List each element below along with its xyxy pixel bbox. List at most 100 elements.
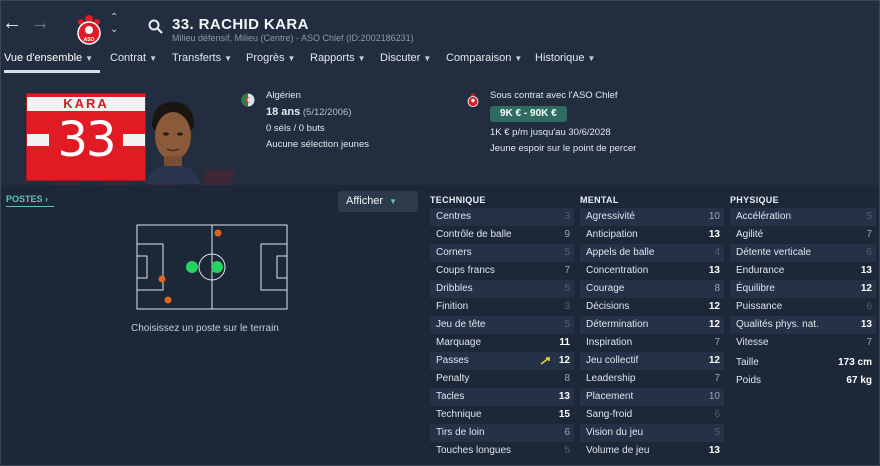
height-row: Taille 173 cm: [730, 357, 876, 368]
pitch-caption: Choisissez un poste sur le terrain: [131, 323, 279, 334]
kit-name: KARA: [27, 97, 145, 111]
attr-row[interactable]: Accélération 5: [730, 208, 876, 226]
chevron-down-icon: ▼: [149, 54, 157, 63]
positions-pitch[interactable]: [136, 224, 288, 310]
tab-progress[interactable]: Progrès ▼: [246, 52, 295, 64]
back-arrow-icon[interactable]: ←: [2, 12, 22, 35]
tab-comparison[interactable]: Comparaison ▼: [446, 52, 522, 64]
physique-attributes: Accélération 5 Agilité 7 Détente verticale…: [730, 208, 876, 352]
tab-label: Transferts: [172, 52, 222, 64]
attr-row[interactable]: Décisions 12: [580, 298, 724, 316]
attr-row[interactable]: Puissance 6: [730, 298, 876, 316]
positions-underline: [6, 206, 54, 207]
international-caps: 0 séls / 0 buts: [266, 123, 325, 134]
technique-title: TECHNIQUE: [430, 195, 486, 205]
attr-row[interactable]: Placement 10: [580, 388, 724, 406]
tab-label: Historique: [535, 52, 585, 64]
chevron-down-icon: ▼: [423, 54, 432, 63]
attr-row[interactable]: Anticipation 13: [580, 226, 724, 244]
position-dot-dm[interactable]: [186, 261, 198, 273]
youth-caps: Aucune sélection jeunes: [266, 139, 369, 150]
position-dot-dcl[interactable]: [158, 275, 166, 283]
attr-row[interactable]: Jeu de tête 5: [430, 316, 574, 334]
attr-row[interactable]: Appels de balle 4: [580, 244, 724, 262]
nationality-flag-icon: [241, 93, 255, 107]
attr-row[interactable]: Sang-froid 6: [580, 406, 724, 424]
attr-row[interactable]: Finition 3: [430, 298, 574, 316]
top-nav: ← → ASO ⌃ ⌄ 33. RACHID KARA Milieu défens…: [0, 8, 880, 45]
attr-row[interactable]: Coups francs 7: [430, 262, 574, 280]
contract-club: Sous contrat avec l'ASO Chlef: [490, 90, 618, 101]
club-badge-text: ASO: [84, 37, 95, 43]
attr-row[interactable]: Marquage 11: [430, 334, 574, 352]
tab-overview[interactable]: Vue d'ensemble ▼: [4, 52, 93, 64]
attr-row[interactable]: Corners 5: [430, 244, 574, 262]
chevron-down-icon: ▼: [357, 54, 366, 63]
club-badge-icon[interactable]: ASO: [74, 14, 104, 46]
player-kit: KARA 33: [26, 93, 146, 181]
attr-row[interactable]: Penalty 8: [430, 370, 574, 388]
attr-row[interactable]: Détente verticale 6: [730, 244, 876, 262]
attr-row[interactable]: Vitesse 7: [730, 334, 876, 352]
attr-row[interactable]: Centres 3: [430, 208, 574, 226]
position-dot-am[interactable]: [214, 229, 222, 237]
position-dot-mc[interactable]: [211, 261, 223, 273]
attr-row[interactable]: Dribbles 5: [430, 280, 574, 298]
attr-row[interactable]: Concentration 13: [580, 262, 724, 280]
tab-contract[interactable]: Contrat ▼: [110, 52, 157, 64]
improvement-arrow-icon: [540, 357, 550, 365]
attr-row[interactable]: Courage 8: [580, 280, 724, 298]
player-face: [146, 102, 200, 184]
tab-transfers[interactable]: Transferts ▼: [172, 52, 232, 64]
chevron-down-icon: ▼: [389, 197, 398, 206]
chevron-down-icon: ▼: [587, 54, 596, 63]
chevron-down-icon: ▼: [287, 54, 296, 63]
forward-arrow-icon[interactable]: →: [30, 12, 50, 35]
player-status: Jeune espoir sur le point de percer: [490, 143, 637, 154]
attr-row[interactable]: Détermination 12: [580, 316, 724, 334]
search-icon[interactable]: [148, 19, 164, 35]
chevron-down-icon: ▼: [514, 54, 523, 63]
player-switch-arrows[interactable]: ⌃ ⌄: [110, 12, 118, 36]
tab-label: Vue d'ensemble: [4, 52, 83, 64]
tab-discuss[interactable]: Discuter ▼: [380, 52, 431, 64]
tab-label: Progrès: [246, 52, 285, 64]
attr-row[interactable]: Inspiration 7: [580, 334, 724, 352]
attr-row[interactable]: Agilité 7: [730, 226, 876, 244]
physique-title: PHYSIQUE: [730, 195, 779, 205]
weight-row: Poids 67 kg: [730, 375, 876, 386]
positions-label[interactable]: POSTES ›: [6, 194, 48, 204]
tab-history[interactable]: Historique ▼: [535, 52, 595, 64]
chevron-down-icon: ▼: [85, 54, 94, 63]
wage-info: 1K € p/m jusqu'au 30/6/2028: [490, 127, 611, 138]
attr-row[interactable]: Jeu collectif 12: [580, 352, 724, 370]
attr-row[interactable]: Vision du jeu 5: [580, 424, 724, 442]
attr-row[interactable]: Tirs de loin 6: [430, 424, 574, 442]
attr-row[interactable]: Qualités phys. nat. 13: [730, 316, 876, 334]
active-tab-indicator: [4, 70, 100, 73]
mental-attributes: Agressivité 10 Anticipation 13 Appels de b…: [580, 208, 724, 460]
player-subtitle: Milieu défensif, Milieu (Centre) - ASO C…: [172, 33, 414, 43]
tab-reports[interactable]: Rapports ▼: [310, 52, 366, 64]
attr-row[interactable]: Endurance 13: [730, 262, 876, 280]
height-value: 173 cm: [838, 357, 872, 368]
show-dropdown[interactable]: Afficher ▼: [338, 191, 418, 212]
age: 18 ans: [266, 106, 301, 118]
kit-number: 33: [57, 112, 116, 168]
attr-row[interactable]: Contrôle de balle 9: [430, 226, 574, 244]
attr-row[interactable]: Passes 12: [430, 352, 574, 370]
attr-row[interactable]: Touches longues 5: [430, 442, 574, 460]
weight-label: Poids: [736, 375, 762, 386]
tab-label: Rapports: [310, 52, 355, 64]
attr-row[interactable]: Leadership 7: [580, 370, 724, 388]
tab-label: Comparaison: [446, 52, 512, 64]
attr-row[interactable]: Tacles 13: [430, 388, 574, 406]
attr-row[interactable]: Volume de jeu 13: [580, 442, 724, 460]
attr-row[interactable]: Équilibre 12: [730, 280, 876, 298]
attr-row[interactable]: Technique 15: [430, 406, 574, 424]
value-range-badge[interactable]: 9K € - 90K €: [490, 106, 567, 122]
position-dot-dl[interactable]: [164, 296, 172, 304]
attr-row[interactable]: Agressivité 10: [580, 208, 724, 226]
tab-bar: Vue d'ensemble ▼ Contrat ▼ Transferts ▼ Pro…: [0, 52, 880, 74]
weight-value: 67 kg: [846, 375, 872, 386]
